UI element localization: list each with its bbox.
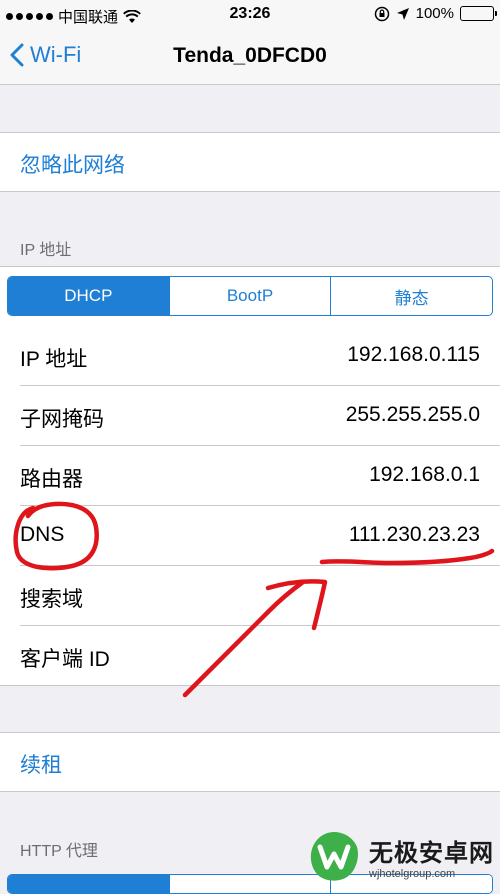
- ip-section-header: IP 地址: [20, 242, 72, 259]
- status-right: 100%: [374, 5, 497, 22]
- navigation-bar: Wi-Fi Tenda_0DFCD0: [0, 30, 500, 85]
- watermark: 无极安卓网 wjhotelgroup.com: [307, 829, 494, 883]
- watermark-title: 无极安卓网: [369, 839, 494, 867]
- dns-value-field[interactable]: 111.230.23.23: [349, 523, 480, 547]
- row-label: 搜索域: [20, 588, 83, 611]
- row-client-id[interactable]: 客户端 ID: [0, 626, 500, 686]
- forget-network-button[interactable]: 忽略此网络: [20, 149, 125, 179]
- row-search-domains[interactable]: 搜索域: [0, 566, 500, 626]
- row-router: 路由器 192.168.0.1: [0, 446, 500, 506]
- location-icon: [396, 7, 409, 20]
- rotation-lock-icon: [374, 6, 389, 21]
- row-value: 255.255.255.0: [345, 403, 480, 426]
- battery-percent: 100%: [415, 5, 454, 22]
- proxy-segment-off[interactable]: [8, 875, 169, 893]
- row-subnet-mask: 子网掩码 255.255.255.0: [0, 386, 500, 446]
- row-ip-address: IP 地址 192.168.0.115: [0, 326, 500, 386]
- watermark-logo-icon: [310, 832, 358, 881]
- watermark-url: wjhotelgroup.com: [369, 867, 456, 880]
- status-bar: 中国联通 23:26 100%: [0, 0, 500, 30]
- row-value: 192.168.0.1: [369, 463, 480, 486]
- battery-icon: [460, 6, 497, 21]
- http-proxy-section-header: HTTP 代理: [20, 843, 98, 860]
- segment-dhcp[interactable]: DHCP: [8, 277, 169, 315]
- row-label: 路由器: [20, 468, 83, 491]
- row-label: DNS: [20, 523, 65, 546]
- renew-lease-button[interactable]: 续租: [20, 749, 62, 779]
- forget-network-group: 忽略此网络: [0, 132, 500, 192]
- renew-lease-group: 续租: [0, 732, 500, 792]
- row-label: 客户端 ID: [20, 648, 110, 671]
- row-label: 子网掩码: [20, 408, 104, 431]
- ip-mode-segmented-control: DHCP BootP 静态: [7, 276, 493, 316]
- page-title: Tenda_0DFCD0: [173, 44, 327, 67]
- row-dns[interactable]: DNS 111.230.23.23: [0, 506, 500, 566]
- row-label: IP 地址: [20, 348, 88, 371]
- segment-bootp[interactable]: BootP: [168, 277, 331, 315]
- row-value: 192.168.0.115: [347, 343, 480, 366]
- segment-static[interactable]: 静态: [330, 277, 492, 315]
